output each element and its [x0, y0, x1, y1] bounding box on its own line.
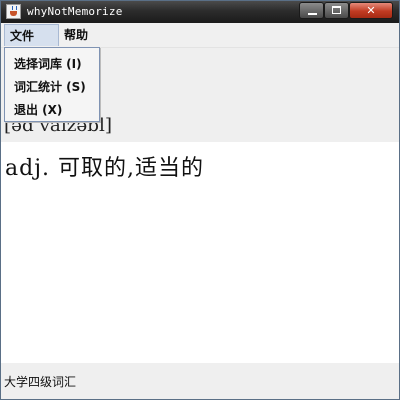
file-menu-dropdown: 选择词库 (I) 词汇统计 (S) 退出 (X): [4, 47, 100, 122]
menu-bar: 文件 (F) 帮助 (H): [1, 23, 399, 65]
minimize-icon: [308, 13, 317, 15]
maximize-button[interactable]: [324, 2, 349, 19]
close-icon: ✕: [366, 4, 376, 17]
minimize-button[interactable]: [299, 2, 324, 19]
menu-item-select-wordbook[interactable]: 选择词库 (I): [14, 55, 82, 72]
menu-item-exit[interactable]: 退出 (X): [14, 101, 62, 118]
meaning-text: adj. 可取的,适当的: [5, 156, 205, 181]
close-button[interactable]: ✕: [349, 2, 393, 19]
menu-file[interactable]: 文件 (F): [4, 24, 59, 65]
status-bar: 大学四级词汇: [1, 363, 399, 399]
app-window: whyNotMemorize ✕ 文件 (F) 帮助 (H) [əd vaɪzə…: [0, 0, 400, 400]
wordbook-label: 大学四级词汇: [4, 375, 77, 389]
java-cup-icon[interactable]: [6, 4, 21, 19]
window-title: whyNotMemorize: [27, 5, 123, 18]
menu-help[interactable]: 帮助 (H): [59, 24, 115, 64]
maximize-icon: [332, 6, 341, 14]
title-bar[interactable]: whyNotMemorize ✕: [1, 1, 399, 23]
menu-item-vocab-stats[interactable]: 词汇统计 (S): [14, 78, 86, 95]
